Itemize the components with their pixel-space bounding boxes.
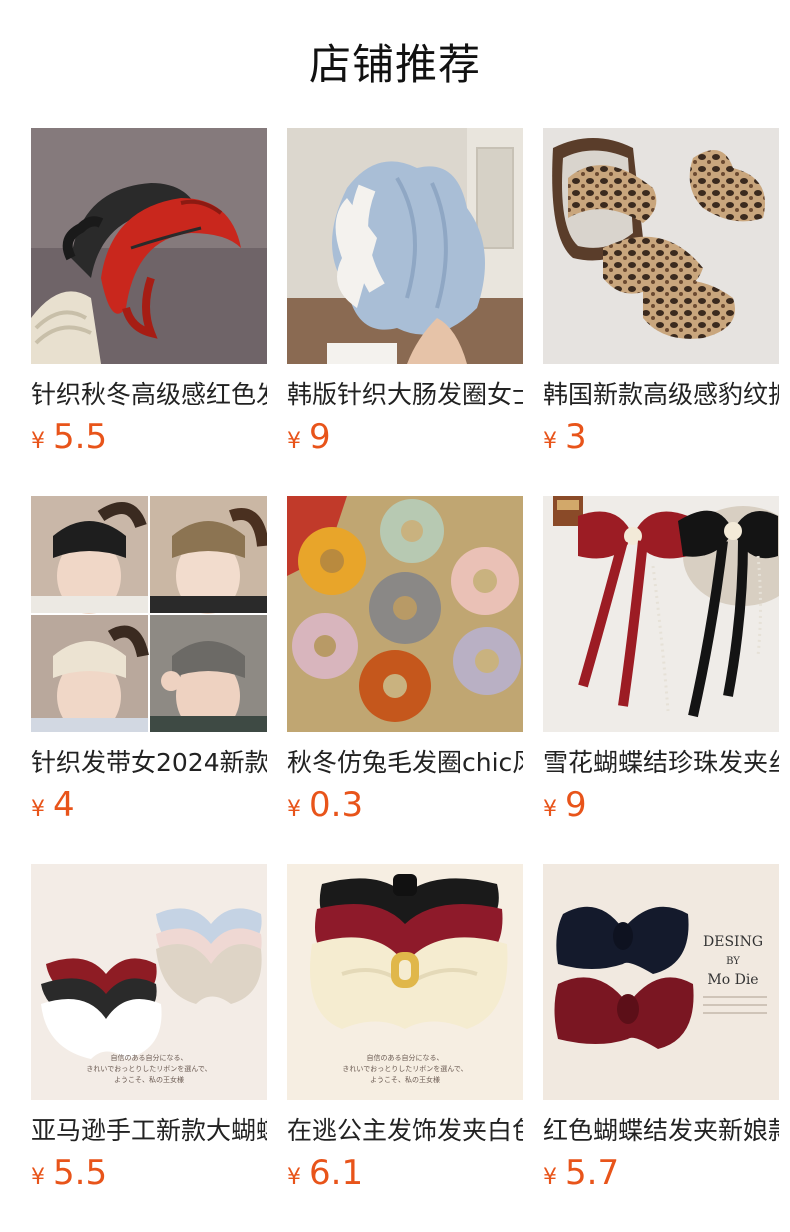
product-card[interactable]: 雪花蝴蝶结珍珠发夹丝带 ¥9 — [543, 496, 779, 825]
product-price: ¥5.7 — [543, 1150, 779, 1196]
product-card[interactable]: 韩版针织大肠发圈女士 ¥9 — [287, 128, 523, 457]
product-card[interactable]: DESING BY Mo Die 红色蝴蝶结发夹新娘款 ¥5.7 — [543, 864, 779, 1193]
price-amount: 0.3 — [309, 785, 364, 825]
image-caption-line-2: きれいでおっとりしたリボンを選んで、 — [342, 1064, 467, 1073]
image-caption-line-3: ようこそ、私の王女様 — [114, 1075, 184, 1084]
currency-symbol: ¥ — [543, 429, 557, 454]
price-amount: 5.5 — [53, 1153, 108, 1193]
faux-fur-scrunchies-photo[interactable] — [287, 496, 523, 732]
price-amount: 9 — [309, 417, 331, 457]
image-caption-line-1: 自信のある自分になる、 — [111, 1053, 188, 1062]
price-amount: 9 — [565, 785, 587, 825]
product-name: 在逃公主发饰发夹白色 — [287, 1116, 523, 1145]
product-price: ¥5.5 — [31, 1150, 267, 1196]
currency-symbol: ¥ — [287, 797, 301, 822]
store-recommendation-page: 店铺推荐 针织秋冬高级感红色发箍 — [0, 0, 790, 1232]
product-name: 秋冬仿兔毛发圈chic风 — [287, 748, 523, 777]
product-name: 韩国新款高级感豹纹抓夹 — [543, 380, 779, 409]
knit-headband-models-photo[interactable] — [31, 496, 267, 732]
red-black-knit-headband-photo[interactable] — [31, 128, 267, 364]
price-amount: 6.1 — [309, 1153, 364, 1193]
product-card[interactable]: 秋冬仿兔毛发圈chic风 ¥0.3 — [287, 496, 523, 825]
price-amount: 4 — [53, 785, 75, 825]
image-caption-line-3: ようこそ、私の王女様 — [370, 1075, 440, 1084]
product-name: 雪花蝴蝶结珍珠发夹丝带 — [543, 748, 779, 777]
price-amount: 5.7 — [565, 1153, 620, 1193]
product-price: ¥9 — [543, 782, 779, 828]
currency-symbol: ¥ — [543, 1165, 557, 1190]
product-card[interactable]: 自信のある自分になる、 きれいでおっとりしたリボンを選んで、 ようこそ、私の王女… — [31, 864, 267, 1193]
product-price: ¥6.1 — [287, 1150, 523, 1196]
product-name: 针织秋冬高级感红色发箍 — [31, 380, 267, 409]
brand-text-line-1: DESING — [703, 934, 763, 950]
product-price: ¥0.3 — [287, 782, 523, 828]
image-caption-line-2: きれいでおっとりしたリボンを選んで、 — [86, 1064, 211, 1073]
product-card[interactable]: 针织发带女2024新款 ¥4 — [31, 496, 267, 825]
brand-text-line-3: Mo Die — [707, 972, 758, 988]
product-grid: 针织秋冬高级感红色发箍 ¥5.5 — [31, 128, 779, 1193]
product-name: 韩版针织大肠发圈女士 — [287, 380, 523, 409]
currency-symbol: ¥ — [31, 1165, 45, 1190]
product-name: 针织发带女2024新款 — [31, 748, 267, 777]
product-card[interactable]: 自信のある自分になる、 きれいでおっとりしたリボンを選んで、 ようこそ、私の王女… — [287, 864, 523, 1193]
product-price: ¥3 — [543, 414, 779, 460]
product-card[interactable]: 针织秋冬高级感红色发箍 ¥5.5 — [31, 128, 267, 457]
price-amount: 5.5 — [53, 417, 108, 457]
image-caption-line-1: 自信のある自分になる、 — [367, 1053, 444, 1062]
currency-symbol: ¥ — [31, 429, 45, 454]
product-price: ¥4 — [31, 782, 267, 828]
large-bows-photo[interactable]: 自信のある自分になる、 きれいでおっとりしたリボンを選んで、 ようこそ、私の王女… — [31, 864, 267, 1100]
currency-symbol: ¥ — [543, 797, 557, 822]
product-price: ¥5.5 — [31, 414, 267, 460]
currency-symbol: ¥ — [287, 1165, 301, 1190]
currency-symbol: ¥ — [287, 429, 301, 454]
product-name: 亚马逊手工新款大蝴蝶结 — [31, 1116, 267, 1145]
satin-bow-clip-photo[interactable]: 自信のある自分になる、 きれいでおっとりしたリボンを選んで、 ようこそ、私の王女… — [287, 864, 523, 1100]
red-black-bow-photo[interactable]: DESING BY Mo Die — [543, 864, 779, 1100]
product-price: ¥9 — [287, 414, 523, 460]
price-amount: 3 — [565, 417, 587, 457]
bow-pearl-hairclip-photo[interactable] — [543, 496, 779, 732]
brand-text-line-2: BY — [726, 956, 740, 967]
product-card[interactable]: 韩国新款高级感豹纹抓夹 ¥3 — [543, 128, 779, 457]
currency-symbol: ¥ — [31, 797, 45, 822]
product-name: 红色蝴蝶结发夹新娘款 — [543, 1116, 779, 1145]
blue-white-knit-scrunchie-photo[interactable] — [287, 128, 523, 364]
page-title: 店铺推荐 — [308, 40, 481, 89]
leopard-claw-clip-photo[interactable] — [543, 128, 779, 364]
